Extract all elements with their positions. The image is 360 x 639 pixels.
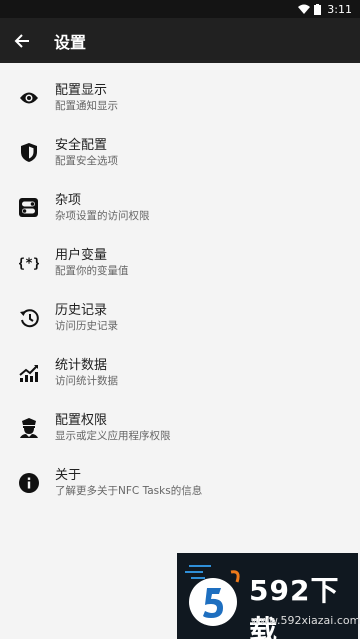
- item-title: 关于: [55, 468, 82, 483]
- settings-item-about[interactable]: 关于 了解更多关于NFC Tasks的信息: [0, 455, 360, 510]
- history-icon: [0, 308, 55, 328]
- item-subtitle: 访问统计数据: [55, 375, 118, 387]
- settings-item-variables[interactable]: {*} 用户变量 配置你的变量值: [0, 235, 360, 290]
- app-bar: 设置: [0, 18, 360, 63]
- settings-item-display[interactable]: 配置显示 配置通知显示: [0, 70, 360, 125]
- item-subtitle: 访问历史记录: [55, 320, 118, 332]
- item-title: 历史记录: [55, 303, 108, 318]
- item-subtitle: 配置通知显示: [55, 100, 118, 112]
- shield-icon: [0, 143, 55, 162]
- item-title: 用户变量: [55, 248, 108, 263]
- watermark: 592下载 www.592xiazai.com: [177, 553, 360, 639]
- item-title: 配置显示: [55, 83, 108, 98]
- settings-item-misc[interactable]: 杂项 杂项设置的访问权限: [0, 180, 360, 235]
- page-title: 设置: [54, 32, 87, 52]
- svg-text:{*}: {*}: [19, 256, 39, 271]
- stats-icon: [0, 364, 55, 382]
- back-button[interactable]: [0, 18, 44, 63]
- settings-item-security[interactable]: 安全配置 配置安全选项: [0, 125, 360, 180]
- watermark-url: www.592xiazai.com: [251, 614, 360, 627]
- police-icon: [0, 417, 55, 438]
- settings-item-history[interactable]: 历史记录 访问历史记录: [0, 290, 360, 345]
- toggle-icon: [0, 198, 55, 217]
- item-subtitle: 配置你的变量值: [55, 265, 129, 277]
- watermark-brand: 592下载: [249, 574, 340, 639]
- item-title: 安全配置: [55, 138, 108, 153]
- eye-icon: [0, 91, 55, 105]
- item-subtitle: 了解更多关于NFC Tasks的信息: [55, 485, 203, 497]
- item-subtitle: 配置安全选项: [55, 155, 118, 167]
- wifi-icon: [298, 4, 311, 14]
- watermark-logo-icon: [185, 558, 247, 636]
- item-title: 配置权限: [55, 413, 108, 428]
- status-bar: 3:11: [0, 0, 360, 18]
- arrow-back-icon: [14, 33, 29, 48]
- status-time: 3:11: [327, 2, 352, 16]
- item-title: 统计数据: [55, 358, 108, 373]
- variable-icon: {*}: [0, 255, 55, 271]
- item-subtitle: 杂项设置的访问权限: [55, 210, 150, 222]
- settings-item-permissions[interactable]: 配置权限 显示或定义应用程序权限: [0, 400, 360, 455]
- item-title: 杂项: [55, 193, 82, 208]
- info-icon: [0, 472, 55, 493]
- settings-list: 配置显示 配置通知显示 安全配置 配置安全选项 杂项 杂项设置的访问权限 {*}…: [0, 70, 360, 510]
- battery-icon: [314, 3, 322, 15]
- settings-item-stats[interactable]: 统计数据 访问统计数据: [0, 345, 360, 400]
- item-subtitle: 显示或定义应用程序权限: [55, 430, 171, 442]
